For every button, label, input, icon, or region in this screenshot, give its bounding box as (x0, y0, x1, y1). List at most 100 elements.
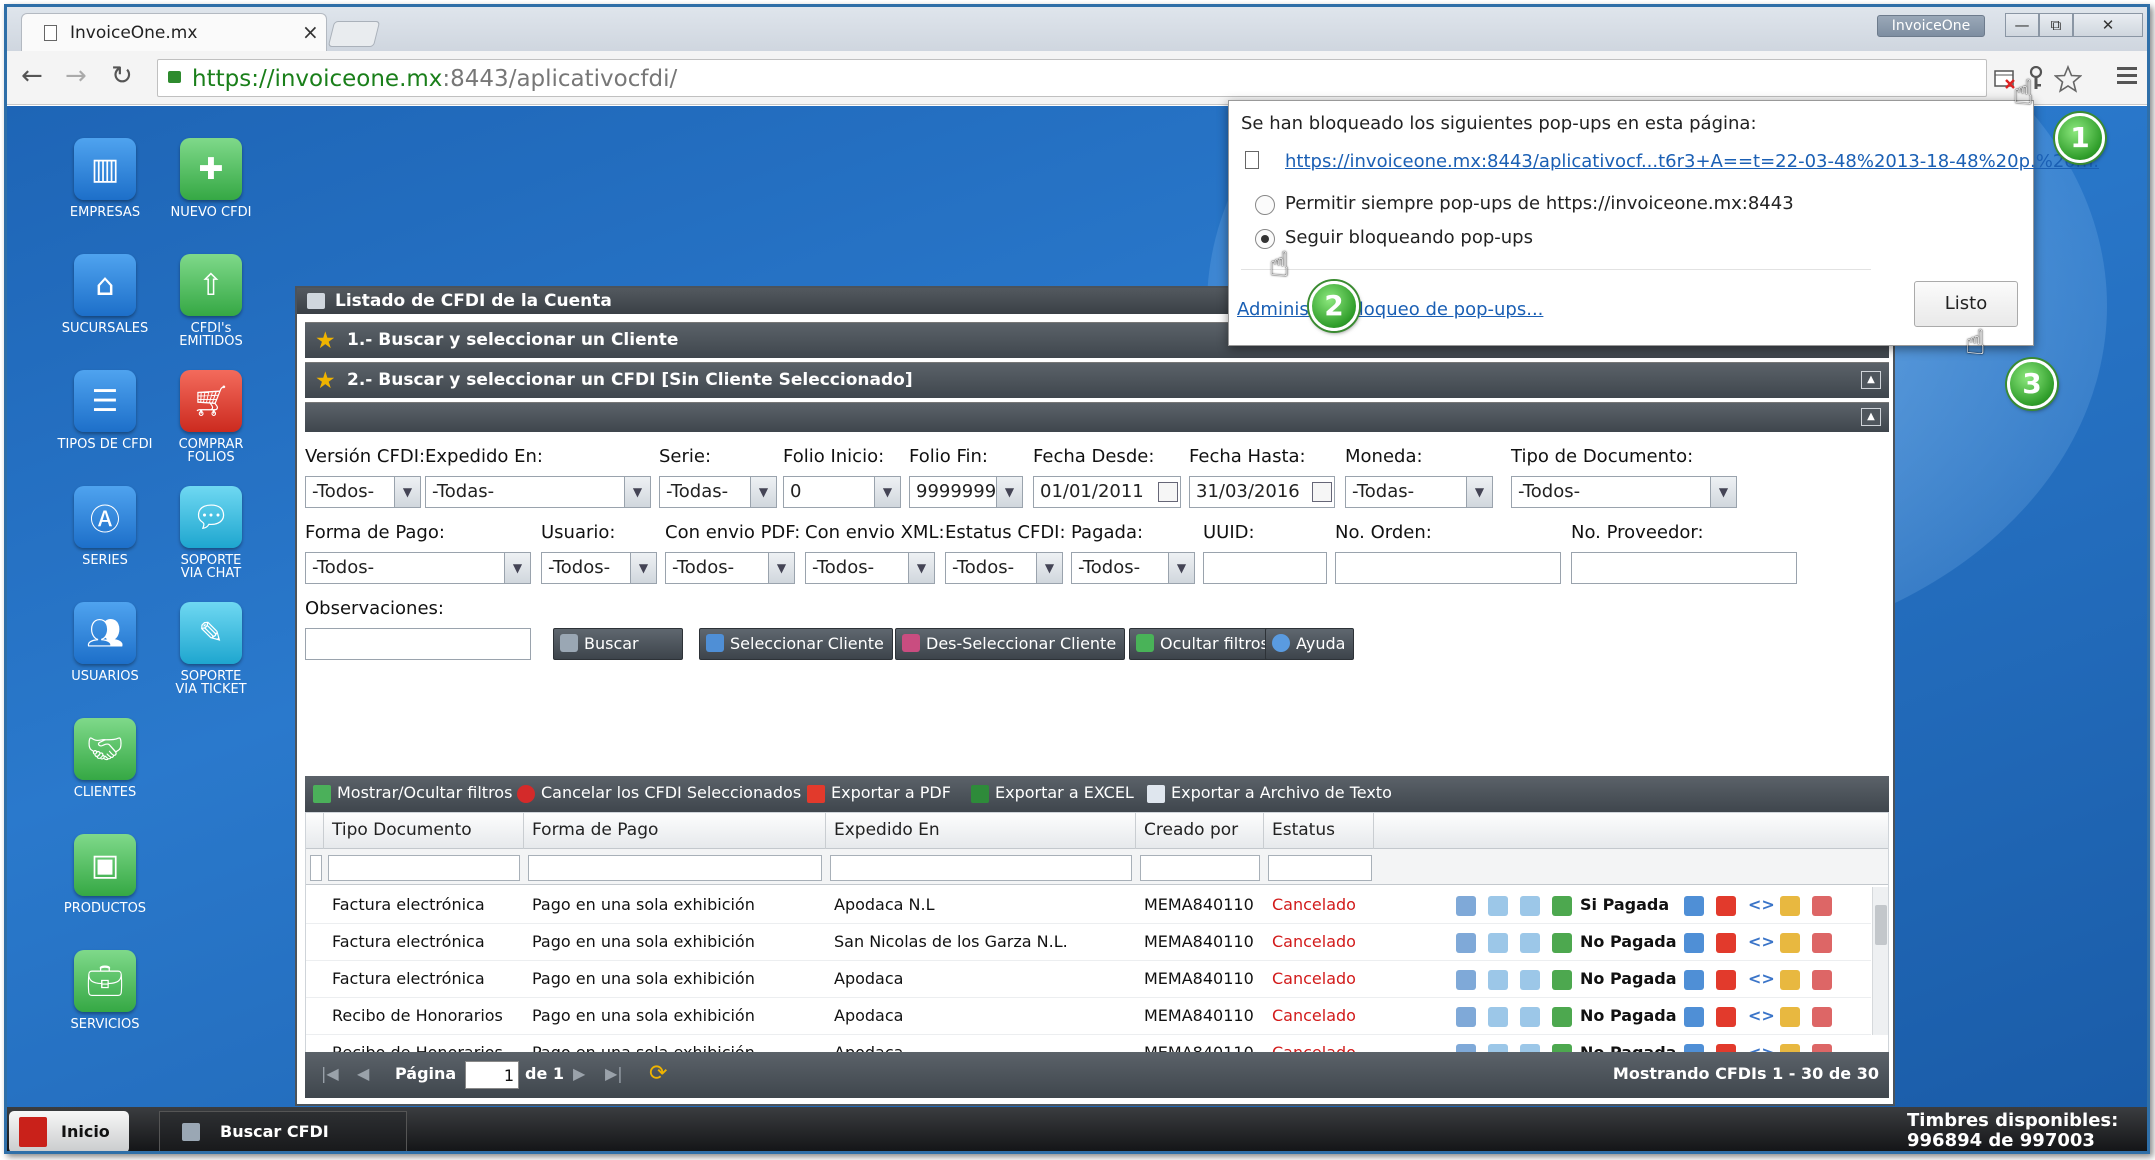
uuid-field[interactable] (1203, 552, 1327, 584)
scroll-thumb[interactable] (1875, 905, 1887, 945)
edit-icon[interactable] (1780, 896, 1800, 916)
mostrar-ocultar-button[interactable]: Mostrar/Ocultar filtros (313, 776, 512, 810)
comment-delete-icon[interactable] (1812, 970, 1832, 990)
desktop-icon-soporte-ticket[interactable]: ✎ SOPORTE VIA TICKET (151, 602, 271, 696)
serie-select[interactable]: -Todas- ▼ (659, 476, 777, 508)
url-field[interactable]: https://invoiceone.mx:8443/aplicativocfd… (157, 59, 2082, 97)
desktop-icon-soporte-chat[interactable]: 💬︎ SOPORTE VIA CHAT (151, 486, 271, 580)
email-icon[interactable] (1488, 970, 1508, 990)
edit-icon[interactable] (1780, 1007, 1800, 1027)
desktop-icon-series[interactable]: Ⓐ SERIES (45, 486, 165, 567)
desktop-icon-productos[interactable]: ▣ PRODUCTOS (45, 834, 165, 915)
expedido-select[interactable]: -Todas- ▼ (425, 476, 651, 508)
menu-icon[interactable] (2117, 67, 2137, 87)
xml-icon[interactable]: <> (1748, 924, 1775, 960)
desktop-icon-tipos-de-cfdi[interactable]: ☰ TIPOS DE CFDI (45, 370, 165, 451)
pagada-select[interactable]: -Todos- ▼ (1071, 552, 1195, 584)
filter-expedido-en[interactable] (830, 855, 1132, 881)
ocultar-filtros-button[interactable]: Ocultar filtros (1129, 628, 1278, 660)
pdf-icon[interactable] (1716, 1007, 1736, 1027)
document-icon[interactable] (1684, 933, 1704, 953)
version-select[interactable]: -Todos- ▼ (305, 476, 421, 508)
desktop-icon-sucursales[interactable]: ⌂ SUCURSALES (45, 254, 165, 335)
column-tipo-documento[interactable]: Tipo Documento (324, 813, 524, 849)
comment-delete-icon[interactable] (1812, 933, 1832, 953)
blocked-popup-link[interactable]: https://invoiceone.mx:8443/aplicativocf.… (1285, 151, 2099, 172)
estatus-select[interactable]: -Todos- ▼ (945, 552, 1063, 584)
desktop-icon-usuarios[interactable]: 👥︎ USUARIOS (45, 602, 165, 683)
minimize-button[interactable]: — (2005, 13, 2039, 37)
seleccionar-cliente-button[interactable]: Seleccionar Cliente (699, 628, 893, 660)
xml-icon[interactable]: <> (1748, 887, 1775, 923)
email-sent-icon[interactable] (1520, 896, 1540, 916)
collapse-icon[interactable]: ▲ (1861, 371, 1881, 389)
table-row[interactable]: Factura electrónica Pago en una sola exh… (306, 924, 1871, 961)
edit-icon[interactable] (1780, 970, 1800, 990)
vertical-scrollbar[interactable] (1872, 887, 1888, 1035)
back-arrow-icon[interactable]: ← (21, 61, 43, 91)
manage-popups-link[interactable]: Administrar bloqueo de pop-ups... (1237, 299, 1543, 320)
desktop-icon-empresas[interactable]: ▥ EMPRESAS (45, 138, 165, 219)
desktop-icon-nuevo-cfdi[interactable]: ✚ NUEVO CFDI (151, 138, 271, 219)
print-icon[interactable] (1456, 933, 1476, 953)
collapse-icon[interactable]: ▲ (1861, 408, 1881, 426)
print-icon[interactable] (1456, 896, 1476, 916)
table-row[interactable]: Factura electrónica Pago en una sola exh… (306, 961, 1871, 998)
pdf-icon[interactable] (1716, 896, 1736, 916)
xml-icon[interactable]: <> (1748, 961, 1775, 997)
email-sent-icon[interactable] (1520, 970, 1540, 990)
column-forma-pago[interactable]: Forma de Pago (524, 813, 826, 849)
envio-xml-select[interactable]: -Todos- ▼ (805, 552, 935, 584)
exportar-excel-button[interactable]: Exportar a EXCEL (971, 776, 1134, 810)
moneda-select[interactable]: -Todas- ▼ (1345, 476, 1493, 508)
ayuda-button[interactable]: Ayuda (1265, 628, 1355, 660)
email-icon[interactable] (1488, 1007, 1508, 1027)
deseleccionar-cliente-button[interactable]: Des-Seleccionar Cliente (895, 628, 1126, 660)
xml-icon[interactable]: <> (1748, 998, 1775, 1034)
filter-creado-por[interactable] (1140, 855, 1260, 881)
column-estatus[interactable]: Estatus (1264, 813, 1374, 849)
column-creado-por[interactable]: Creado por (1136, 813, 1264, 849)
first-page-icon[interactable]: |◀ (321, 1052, 339, 1096)
maximize-button[interactable]: ⧉ (2039, 13, 2073, 37)
envio-pdf-select[interactable]: -Todos- ▼ (665, 552, 795, 584)
forma-pago-select[interactable]: -Todos- ▼ (305, 552, 531, 584)
folio-fin-field[interactable]: 9999999 ▼ (909, 476, 1023, 508)
email-icon[interactable] (1488, 896, 1508, 916)
refresh-icon[interactable]: ⟳ (649, 1052, 667, 1096)
cancelar-cfdi-button[interactable]: Cancelar los CFDI Seleccionados (517, 776, 801, 810)
email-icon[interactable] (1488, 933, 1508, 953)
folio-inicio-field[interactable]: 0 ▼ (783, 476, 901, 508)
print-icon[interactable] (1456, 970, 1476, 990)
orden-field[interactable] (1335, 552, 1561, 584)
new-tab-button[interactable] (327, 21, 381, 47)
document-icon[interactable] (1684, 970, 1704, 990)
done-button[interactable]: Listo (1914, 281, 2018, 327)
pdf-icon[interactable] (1716, 970, 1736, 990)
table-row[interactable]: Recibo de Honorarios Pago en una sola ex… (306, 998, 1871, 1035)
document-icon[interactable] (1684, 896, 1704, 916)
email-sent-icon[interactable] (1520, 1007, 1540, 1027)
email-sent-icon[interactable] (1520, 933, 1540, 953)
calendar-icon[interactable] (1158, 482, 1178, 502)
table-row[interactable]: Factura electrónica Pago en una sola exh… (306, 887, 1871, 924)
taskbar-item-buscar-cfdi[interactable]: Buscar CFDI (159, 1111, 407, 1151)
radio-allow-popups[interactable] (1255, 195, 1275, 215)
calendar-icon[interactable] (1312, 482, 1332, 502)
bookmark-star-icon[interactable] (2054, 65, 2082, 93)
forward-arrow-icon[interactable]: → (65, 61, 87, 91)
buscar-button[interactable]: Buscar (553, 628, 683, 660)
desktop-icon-cfdis-emitidos[interactable]: ⇧ CFDI's EMITIDOS (151, 254, 271, 348)
desktop-icon-comprar-folios[interactable]: 🛒︎ COMPRAR FOLIOS (151, 370, 271, 464)
filter-tipo-documento[interactable] (328, 855, 520, 881)
comment-delete-icon[interactable] (1812, 1007, 1832, 1027)
paid-icon[interactable] (1552, 933, 1572, 953)
document-icon[interactable] (1684, 1007, 1704, 1027)
paid-icon[interactable] (1552, 1007, 1572, 1027)
fecha-hasta-field[interactable]: 31/03/2016 (1189, 476, 1335, 508)
prev-page-icon[interactable]: ◀ (357, 1052, 369, 1096)
reload-icon[interactable]: ↻ (111, 61, 133, 91)
paid-icon[interactable] (1552, 896, 1572, 916)
filter-forma-pago[interactable] (528, 855, 822, 881)
column-expedido-en[interactable]: Expedido En (826, 813, 1136, 849)
